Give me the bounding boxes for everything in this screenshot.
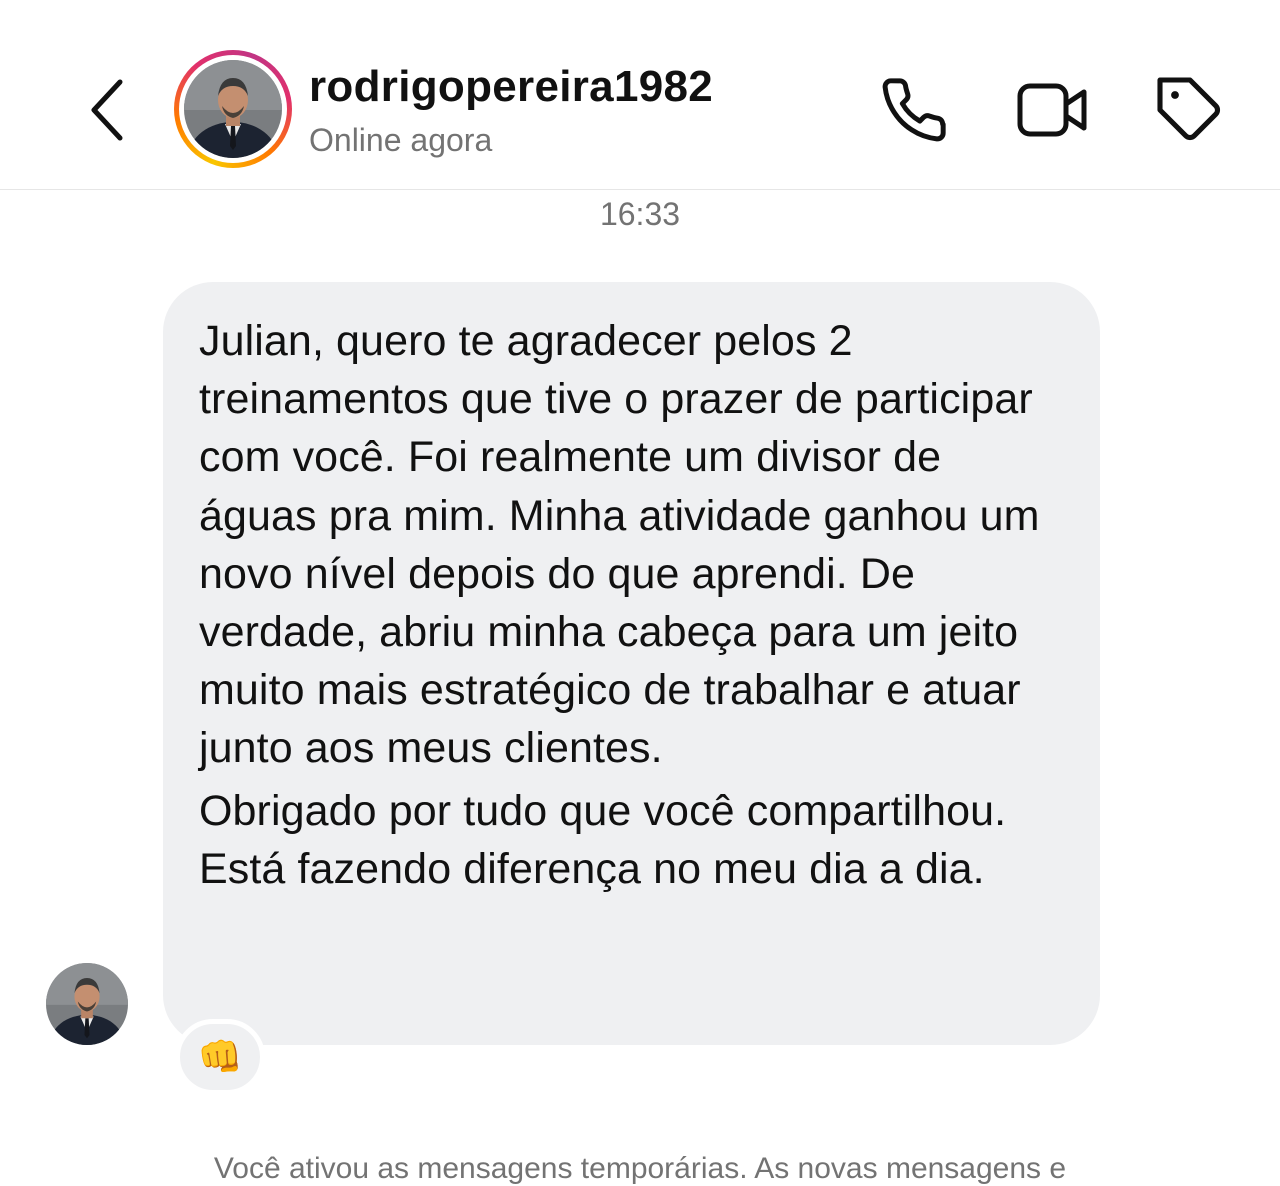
video-call-button[interactable] bbox=[1014, 72, 1090, 148]
label-button[interactable] bbox=[1152, 72, 1228, 148]
chevron-left-icon bbox=[91, 79, 123, 141]
chat-header: rodrigopereira1982 Online agora bbox=[0, 0, 1280, 190]
disappearing-messages-notice: Você ativou as mensagens temporárias. As… bbox=[213, 1152, 1067, 1185]
message-paragraph: Julian, quero te agradecer pelos 2 trein… bbox=[199, 317, 1040, 773]
online-status: Online agora bbox=[309, 122, 493, 158]
profile-avatar-story-ring[interactable] bbox=[174, 50, 292, 168]
fist-bump-emoji-icon: 👊 bbox=[197, 1036, 243, 1077]
message-reaction[interactable]: 👊 bbox=[175, 1019, 265, 1095]
profile-avatar bbox=[184, 60, 282, 158]
video-camera-icon bbox=[1017, 83, 1087, 137]
contact-username[interactable]: rodrigopereira1982 bbox=[309, 62, 713, 112]
voice-call-button[interactable] bbox=[876, 72, 952, 148]
tag-icon bbox=[1157, 77, 1220, 140]
message-bubble[interactable]: Julian, quero te agradecer pelos 2 trein… bbox=[163, 282, 1100, 1045]
phone-icon bbox=[882, 78, 946, 142]
message-timestamp: 16:33 bbox=[599, 196, 681, 232]
sender-avatar[interactable] bbox=[46, 963, 128, 1045]
back-button[interactable] bbox=[78, 72, 134, 148]
message-paragraph: Obrigado por tudo que você compartilhou.… bbox=[199, 786, 1007, 893]
